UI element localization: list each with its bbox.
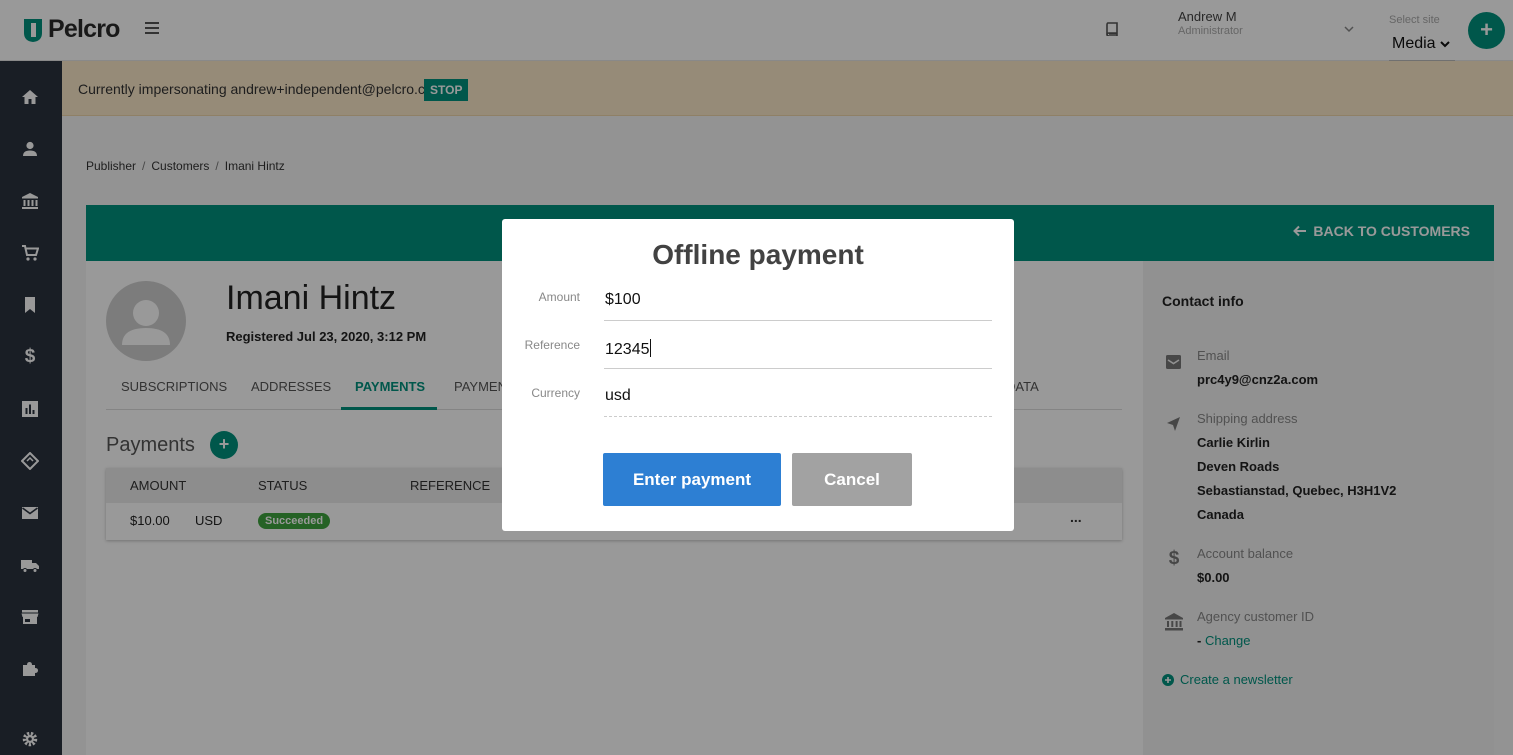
cancel-button[interactable]: Cancel [792, 453, 912, 506]
modal-title: Offline payment [652, 239, 864, 270]
reference-label: Reference [524, 338, 580, 352]
currency-value: usd [605, 387, 631, 404]
reference-input[interactable]: 12345 [604, 339, 992, 369]
amount-value: $100 [605, 291, 641, 308]
currency-input[interactable]: usd [604, 387, 992, 417]
text-cursor [649, 339, 651, 357]
reference-value: 12345 [605, 341, 650, 358]
offline-payment-modal: Offline payment Amount $100 Reference 12… [502, 219, 1014, 531]
enter-payment-button[interactable]: Enter payment [603, 453, 781, 506]
amount-label: Amount [538, 290, 580, 304]
amount-input[interactable]: $100 [604, 291, 992, 321]
currency-label: Currency [531, 386, 580, 400]
